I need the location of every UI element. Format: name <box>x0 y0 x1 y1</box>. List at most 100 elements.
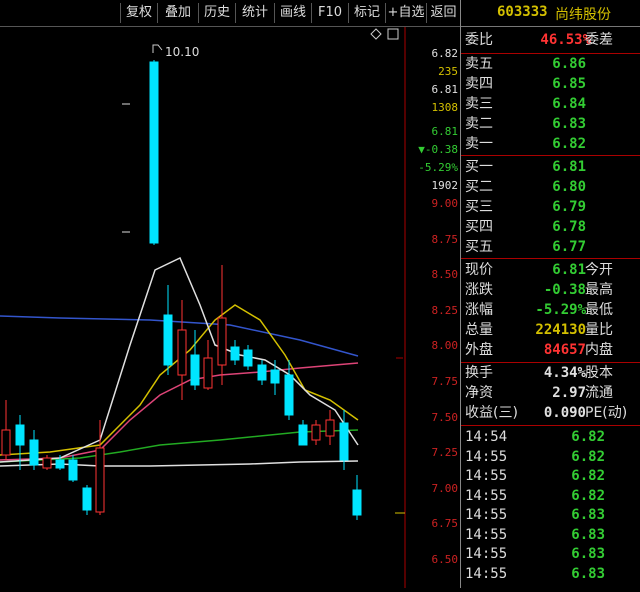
price-scale-label: 6.50 <box>431 553 459 566</box>
tick-time: 14:55 <box>465 468 508 484</box>
diamond-icon[interactable] <box>370 28 382 40</box>
quote-item-label: 现价 <box>465 262 493 278</box>
quote-item-label2: 最低 <box>585 302 613 318</box>
quote-item-label2: 内盘 <box>585 342 613 358</box>
divider <box>461 155 640 156</box>
sell-level-value: 6.84 <box>552 96 586 112</box>
price-scale-label: 7.25 <box>431 446 459 460</box>
add-watchlist-button[interactable]: +自选 <box>385 3 426 23</box>
history-button[interactable]: 历史 <box>198 3 235 23</box>
back-button[interactable]: 返回 <box>426 3 460 23</box>
quote-item: 涨幅 -5.29% 最低 <box>461 301 640 320</box>
peak-marker <box>152 44 163 53</box>
sell-level-label: 卖五 <box>465 56 493 72</box>
candle-body <box>257 364 267 381</box>
stat-item-label: 净资 <box>465 385 493 401</box>
tick-price: 6.83 <box>571 565 605 582</box>
candle-body <box>270 369 280 384</box>
top-info-value: ▼-0.38 <box>418 143 458 156</box>
candle-body <box>325 419 335 437</box>
candle-body <box>29 439 39 466</box>
tick-row[interactable]: 14:55 6.82 <box>461 487 640 506</box>
buy-level: 买二 6.80 <box>461 178 640 197</box>
kline-chart[interactable]: 10.10 6.82 235 6.81 1308 6.81 ▼-0.38 -5.29% 190… <box>0 27 460 588</box>
divider <box>461 362 640 363</box>
quote-item: 涨跌 -0.38 最高 <box>461 281 640 300</box>
quote-item-label: 总量 <box>465 322 493 338</box>
tick-row[interactable]: 14:55 6.82 <box>461 448 640 467</box>
stat-item-value: 4.34% <box>543 365 586 381</box>
sell-level-value: 6.83 <box>552 116 586 132</box>
stat-item-label: 换手 <box>465 365 493 381</box>
quote-item-label2: 量比 <box>585 322 613 338</box>
top-info-value: 235 <box>438 65 458 78</box>
square-icon[interactable] <box>387 28 399 40</box>
buy-level: 买一 6.81 <box>461 158 640 177</box>
buy-level-value: 6.78 <box>552 219 586 235</box>
top-info-value: 1308 <box>431 101 459 114</box>
sell-level-value: 6.86 <box>552 56 586 72</box>
sell-level: 卖四 6.85 <box>461 75 640 94</box>
peak-label: 10.10 <box>165 45 199 59</box>
top-info-value: 6.82 <box>431 47 459 60</box>
tick-row[interactable]: 14:55 6.83 <box>461 565 640 584</box>
candle-body <box>15 424 25 446</box>
quote-item-label2: 最高 <box>585 282 613 298</box>
stat-item-value: 2.97 <box>552 385 586 401</box>
candle-body <box>243 349 253 367</box>
tick-row[interactable]: 14:55 6.83 <box>461 506 640 525</box>
price-scale-label: 6.75 <box>431 517 459 531</box>
candle-body <box>339 422 349 461</box>
tick-row[interactable]: 14:55 6.82 <box>461 467 640 486</box>
candle-body <box>1 429 11 456</box>
tick-price: 6.82 <box>571 468 605 484</box>
tick-price: 6.83 <box>571 526 605 543</box>
candle-body <box>190 354 200 386</box>
sell-level-value: 6.85 <box>552 76 586 92</box>
buy-level-value: 6.81 <box>552 159 586 175</box>
weibi-value: 46.53% <box>540 32 591 48</box>
candle-body <box>68 459 78 481</box>
tick-time: 14:55 <box>465 487 508 504</box>
tick-time: 14:55 <box>465 448 508 465</box>
sell-level: 卖三 6.84 <box>461 95 640 114</box>
stat-item-label2: 流通 <box>585 385 613 401</box>
top-info-value: 1902 <box>431 179 459 192</box>
candle-body <box>203 357 213 389</box>
f10-button[interactable]: F10 <box>311 3 348 23</box>
draw-line-button[interactable]: 画线 <box>274 3 311 23</box>
stats-button[interactable]: 统计 <box>235 3 274 23</box>
tick-row[interactable]: 14:54 6.82 <box>461 428 640 447</box>
quote-item-value: 224130 <box>535 322 586 338</box>
price-scale-label: 9.00 <box>431 197 459 210</box>
sell-level-label: 卖三 <box>465 96 493 112</box>
buy-level-label: 买二 <box>465 179 493 195</box>
buy-level-value: 6.79 <box>552 199 586 215</box>
candle-body <box>230 346 240 361</box>
top-info-value: 6.81 <box>431 83 459 96</box>
tick-price: 6.82 <box>571 448 605 465</box>
buy-level-value: 6.77 <box>552 239 586 255</box>
stat-item-value: 0.090 <box>543 405 586 421</box>
overlay-button[interactable]: 叠加 <box>157 3 198 23</box>
buy-level: 买五 6.77 <box>461 238 640 257</box>
candle-body <box>55 459 65 469</box>
mark-button[interactable]: 标记 <box>348 3 385 23</box>
buy-level-label: 买三 <box>465 199 493 215</box>
tick-row[interactable]: 14:55 6.83 <box>461 545 640 564</box>
tick-row[interactable]: 14:55 6.83 <box>461 526 640 545</box>
tick-time: 14:55 <box>465 526 508 543</box>
price-scale-label: 7.00 <box>431 481 459 495</box>
quote-item-value: 84657 <box>543 342 586 358</box>
stat-item-label2: PE(动) <box>585 405 628 421</box>
buy-level: 买三 6.79 <box>461 198 640 217</box>
stat-item: 净资 2.97 流通 <box>461 384 640 403</box>
weicha-label: 委差 <box>585 32 613 48</box>
fuquan-button[interactable]: 复权 <box>120 3 157 23</box>
weibi-row: 委比 46.53% 委差 <box>461 31 640 50</box>
quote-item-value: 6.81 <box>552 262 586 278</box>
quote-item-value: -0.38 <box>543 282 586 298</box>
tick-price: 6.83 <box>571 507 605 523</box>
candle-body <box>298 424 308 446</box>
stock-header: 603333 尚纬股份 <box>461 0 640 27</box>
